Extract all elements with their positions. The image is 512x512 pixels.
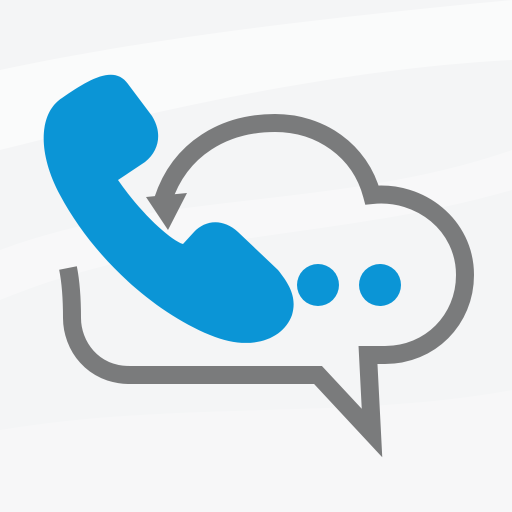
typing-dot-2	[359, 264, 401, 306]
app-icon-tile	[0, 0, 512, 512]
cloud-call-chat-icon	[0, 0, 512, 512]
typing-dot-1	[297, 264, 339, 306]
